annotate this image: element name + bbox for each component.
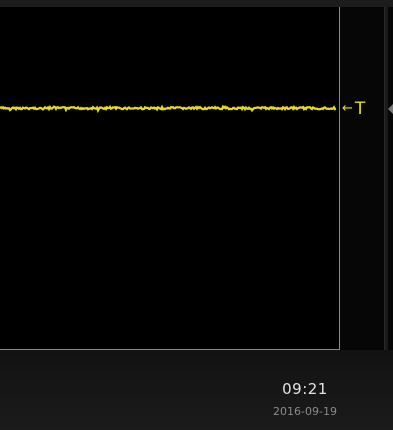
oscilloscope-screen: ← T 09:21 2016-09-19 [0,0,393,430]
clock-date: 2016-09-19 [273,405,337,418]
left-arrow-icon: ← [342,101,353,116]
side-divider [384,7,388,350]
top-frame [0,0,393,7]
trigger-label: T [354,99,366,119]
waveform-trace [0,104,337,114]
clock-time: 09:21 [282,380,328,398]
trigger-level-marker[interactable]: ← T [342,100,365,118]
trace-line [0,104,337,114]
left-triangle-icon [388,104,393,114]
waveform-display [0,7,340,350]
